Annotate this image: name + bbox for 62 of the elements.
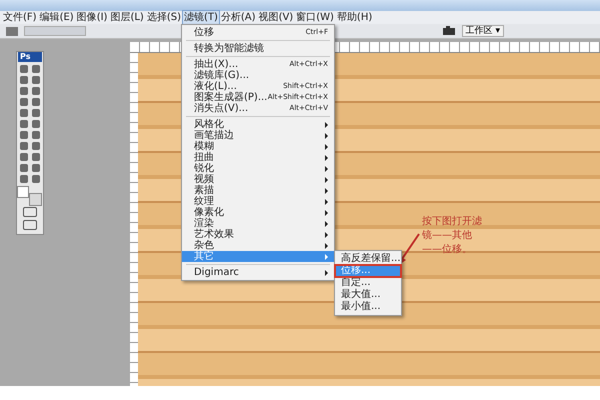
annotation-text: 按下图打开滤 bbox=[422, 215, 482, 229]
menu-item[interactable]: 图像(I) bbox=[76, 11, 108, 24]
menu-item[interactable]: 选择(S) bbox=[146, 11, 182, 24]
menu-item[interactable]: 帮助(H) bbox=[336, 11, 374, 24]
menu-item-label: 滤镜库(G)... bbox=[194, 70, 250, 81]
menu-item[interactable]: Digimarc bbox=[182, 267, 334, 278]
menu-item-label: 图案生成器(P)... bbox=[194, 92, 268, 103]
menu-item[interactable]: 像素化 bbox=[182, 207, 334, 218]
menu-item-label: 其它 bbox=[194, 251, 214, 262]
menu-item-label: 模糊 bbox=[194, 141, 214, 152]
menu-item-label: 素描 bbox=[194, 185, 214, 196]
screen-mode-icon[interactable] bbox=[23, 220, 37, 230]
menu-item-label: 扭曲 bbox=[194, 152, 214, 163]
menu-item[interactable]: 艺术效果 bbox=[182, 229, 334, 240]
menu-item[interactable]: 图层(L) bbox=[109, 11, 145, 24]
menu-item-label: 转换为智能滤镜 bbox=[194, 43, 264, 54]
menu-item[interactable]: 素描 bbox=[182, 185, 334, 196]
menu-item-label: 液化(L)... bbox=[194, 81, 237, 92]
menu-item-label: 风格化 bbox=[194, 119, 224, 130]
annotation-text: 镜——其他 bbox=[422, 229, 473, 243]
menu-item[interactable]: 视频 bbox=[182, 174, 334, 185]
menu-item[interactable]: 视图(V) bbox=[258, 11, 294, 24]
menu-item[interactable]: 滤镜库(G)... bbox=[182, 70, 334, 81]
menu-item[interactable]: 滤镜(T) bbox=[182, 11, 219, 24]
menu-item-label: 消失点(V)... bbox=[194, 103, 248, 114]
menu-item[interactable]: 扭曲 bbox=[182, 152, 334, 163]
menu-item[interactable]: 风格化 bbox=[182, 119, 334, 130]
annotation-text: ——位移。 bbox=[422, 243, 473, 257]
background-color-swatch[interactable] bbox=[29, 193, 42, 206]
menu-item[interactable]: 转换为智能滤镜 bbox=[182, 43, 334, 54]
menu-item-label: 像素化 bbox=[194, 207, 224, 218]
option-field[interactable] bbox=[24, 26, 86, 36]
foreground-color-swatch[interactable] bbox=[17, 186, 29, 198]
menu-item[interactable]: 画笔描边 bbox=[182, 130, 334, 141]
menu-item[interactable]: 纹理 bbox=[182, 196, 334, 207]
submenu-arrow-icon bbox=[324, 270, 328, 276]
menu-item-label: 渲染 bbox=[194, 218, 214, 229]
menu-item-label: 抽出(X)... bbox=[194, 59, 238, 70]
menu-item[interactable]: 锐化 bbox=[182, 163, 334, 174]
menu-item[interactable]: 最小值... bbox=[334, 301, 401, 313]
menu-item-label: 艺术效果 bbox=[194, 229, 234, 240]
menu-item[interactable]: 文件(F) bbox=[2, 11, 38, 24]
menu-item[interactable]: 窗口(W) bbox=[295, 11, 335, 24]
menu-item-label: 纹理 bbox=[194, 196, 214, 207]
menu-item-label: 画笔描边 bbox=[194, 130, 234, 141]
menu-item-label: 位移 bbox=[194, 27, 214, 38]
tool-preset-icon[interactable] bbox=[6, 26, 18, 36]
camera-icon[interactable] bbox=[442, 26, 456, 36]
menu-item-label: Digimarc bbox=[194, 267, 239, 278]
quick-mask-icon[interactable] bbox=[23, 207, 37, 217]
menu-item[interactable]: 自定... bbox=[334, 277, 401, 289]
menu-item-label: 锐化 bbox=[194, 163, 214, 174]
menu-item[interactable]: 高反差保留... bbox=[334, 253, 401, 265]
menu-item-label: 杂色 bbox=[194, 240, 214, 251]
menu-item-label: 视频 bbox=[194, 174, 214, 185]
menu-item[interactable]: 最大值... bbox=[334, 289, 401, 301]
workspace-button[interactable]: 工作区 ▾ bbox=[462, 25, 504, 37]
menu-item[interactable]: 渲染 bbox=[182, 218, 334, 229]
menu-item[interactable]: 模糊 bbox=[182, 141, 334, 152]
menu-item[interactable]: 编辑(E) bbox=[38, 11, 75, 24]
menu-item[interactable]: 分析(A) bbox=[220, 11, 257, 24]
app-logo: Ps bbox=[18, 52, 42, 62]
